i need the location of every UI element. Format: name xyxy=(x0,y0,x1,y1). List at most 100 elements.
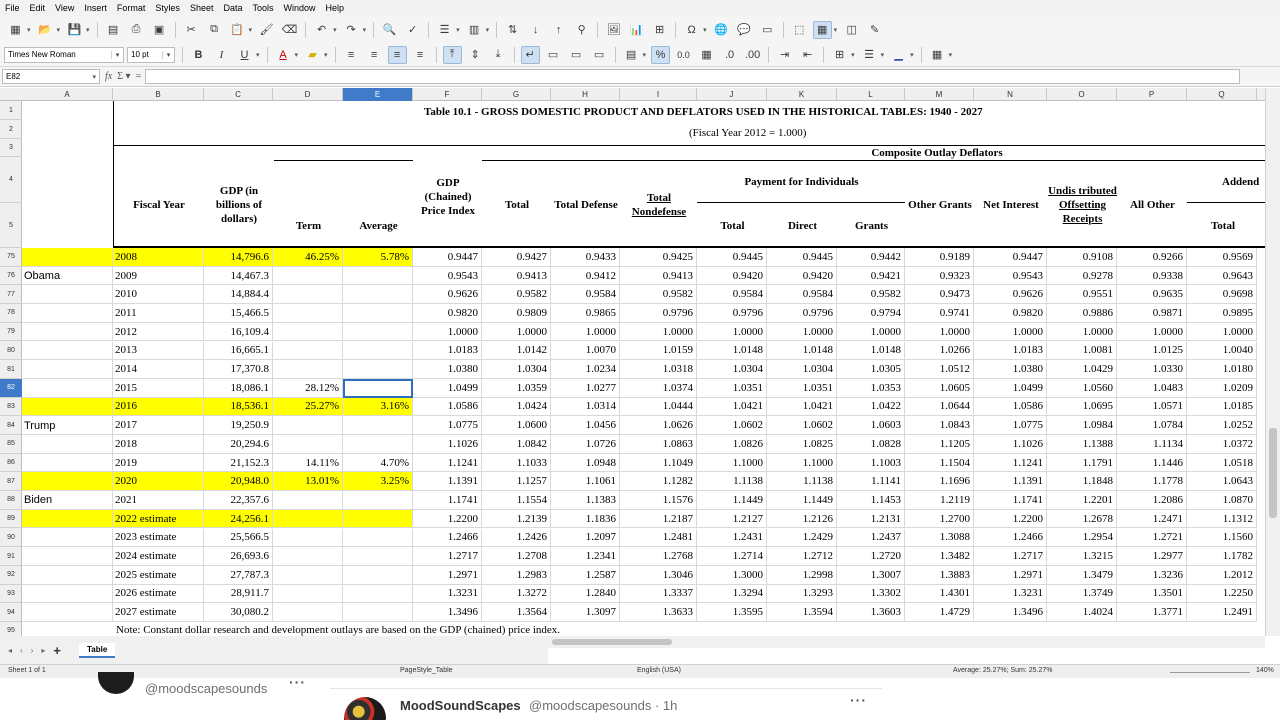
deflator-cell[interactable]: 1.2200 xyxy=(974,509,1047,529)
deflator-cell[interactable]: 1.1782 xyxy=(1187,547,1257,566)
deflator-cell[interactable]: 1.0644 xyxy=(905,397,974,417)
deflator-cell[interactable]: 1.0422 xyxy=(837,397,905,417)
deflator-cell[interactable]: 0.9413 xyxy=(482,266,551,286)
fiscal-year-cell[interactable]: 2013 xyxy=(113,341,204,361)
gdp-cell[interactable]: 14,467.3 xyxy=(204,266,273,286)
avatar[interactable] xyxy=(98,672,134,694)
deflator-cell[interactable]: 1.0000 xyxy=(974,322,1047,342)
deflator-cell[interactable]: 1.0421 xyxy=(697,397,767,417)
borders-dropdown-icon[interactable]: ▾ xyxy=(851,51,855,59)
pivot-table-icon[interactable]: ⊞ xyxy=(650,21,669,39)
column-header-a[interactable]: A xyxy=(22,88,113,101)
conditional-dropdown-icon[interactable]: ▾ xyxy=(949,51,953,59)
border-style-dropdown-icon[interactable]: ▾ xyxy=(881,51,885,59)
deflator-cell[interactable]: 1.2714 xyxy=(697,547,767,566)
highlight-dropdown-icon[interactable]: ▾ xyxy=(324,51,328,59)
fiscal-year-cell[interactable]: 2022 estimate xyxy=(113,509,204,529)
gdp-cell[interactable]: 24,256.1 xyxy=(204,509,273,529)
underline-button[interactable]: U xyxy=(235,46,254,64)
deflator-cell[interactable]: 0.9886 xyxy=(1047,304,1117,323)
menu-item-tools[interactable]: Tools xyxy=(247,3,278,13)
save-dropdown-icon[interactable]: ▾ xyxy=(86,26,90,34)
average-cell[interactable] xyxy=(343,547,413,566)
row-header[interactable]: 85 xyxy=(0,435,22,454)
deflator-cell[interactable]: 1.1138 xyxy=(697,472,767,492)
term-cell[interactable] xyxy=(273,528,343,548)
term-cell[interactable] xyxy=(273,266,343,286)
deflator-cell[interactable]: 0.9895 xyxy=(1187,304,1257,323)
deflator-cell[interactable]: 1.3272 xyxy=(482,584,551,604)
deflator-cell[interactable]: 1.0000 xyxy=(482,322,551,342)
new-document-icon[interactable]: ▦ xyxy=(6,21,25,39)
deflator-cell[interactable]: 1.2341 xyxy=(551,547,620,566)
deflator-cell[interactable]: 1.1383 xyxy=(551,491,620,510)
deflator-cell[interactable]: 1.0602 xyxy=(767,416,837,435)
deflator-cell[interactable]: 0.9820 xyxy=(974,304,1047,323)
column-header-l[interactable]: L xyxy=(837,88,905,101)
row-header[interactable]: 79 xyxy=(0,323,22,342)
align-right-icon[interactable]: ≡ xyxy=(387,45,407,64)
cell[interactable] xyxy=(22,378,113,398)
average-cell[interactable]: 3.16% xyxy=(343,397,413,417)
deflator-cell[interactable]: 1.0000 xyxy=(905,322,974,342)
spelling-icon[interactable]: ✓ xyxy=(403,21,422,39)
first-sheet-icon[interactable]: ◂ xyxy=(8,646,12,655)
date-format-icon[interactable]: ▦ xyxy=(697,46,716,64)
sort-descending-icon[interactable]: ↑ xyxy=(549,21,568,39)
deflator-cell[interactable]: 1.0380 xyxy=(974,360,1047,379)
deflator-cell[interactable]: 0.9643 xyxy=(1187,266,1257,286)
deflator-cell[interactable]: 0.9582 xyxy=(837,285,905,305)
add-sheet-icon[interactable]: + xyxy=(53,643,61,658)
deflator-cell[interactable]: 0.9420 xyxy=(697,266,767,286)
align-left-icon[interactable]: ≡ xyxy=(342,46,361,64)
deflator-cell[interactable]: 1.0560 xyxy=(1047,378,1117,398)
deflator-cell[interactable]: 0.9473 xyxy=(905,285,974,305)
cell[interactable] xyxy=(22,528,113,548)
center-vertically-icon[interactable]: ⇕ xyxy=(466,46,485,64)
deflator-cell[interactable]: 1.2717 xyxy=(974,547,1047,566)
menu-item-data[interactable]: Data xyxy=(218,3,247,13)
deflator-cell[interactable]: 1.0142 xyxy=(482,341,551,361)
formula-icon[interactable]: = xyxy=(136,71,142,82)
column-header-o[interactable]: O xyxy=(1047,88,1117,101)
deflator-cell[interactable]: 1.2717 xyxy=(413,547,482,566)
term-cell[interactable] xyxy=(273,304,343,323)
deflator-cell[interactable]: 1.4024 xyxy=(1047,603,1117,622)
define-print-area-icon[interactable]: ⬚ xyxy=(790,21,809,39)
autofilter-icon[interactable]: ⚲ xyxy=(572,21,591,39)
deflator-cell[interactable]: 1.0159 xyxy=(620,341,697,361)
special-character-icon[interactable]: Ω xyxy=(682,21,701,39)
special-character-dropdown-icon[interactable]: ▾ xyxy=(703,26,707,34)
add-decimal-icon[interactable]: .0 xyxy=(720,46,739,64)
row-header[interactable]: 94 xyxy=(0,603,22,622)
deflator-cell[interactable]: 1.4729 xyxy=(905,603,974,622)
deflator-cell[interactable]: 0.9427 xyxy=(482,248,551,267)
gdp-cell[interactable]: 17,370.8 xyxy=(204,360,273,379)
formula-input[interactable] xyxy=(145,69,1241,84)
menu-item-window[interactable]: Window xyxy=(279,3,321,13)
deflator-cell[interactable]: 1.0351 xyxy=(697,378,767,398)
column-header-q[interactable]: Q xyxy=(1187,88,1257,101)
gdp-cell[interactable]: 14,884.4 xyxy=(204,285,273,305)
term-cell[interactable] xyxy=(273,491,343,510)
deflator-cell[interactable]: 1.1205 xyxy=(905,435,974,454)
deflator-cell[interactable]: 0.9189 xyxy=(905,248,974,267)
fiscal-year-cell[interactable]: 2017 xyxy=(113,416,204,435)
deflator-cell[interactable]: 1.0314 xyxy=(551,397,620,417)
hyperlink-icon[interactable]: 🌐 xyxy=(712,21,731,39)
deflator-cell[interactable]: 1.1000 xyxy=(697,453,767,473)
open-icon[interactable]: 📂 xyxy=(36,21,55,39)
deflator-cell[interactable]: 1.0266 xyxy=(905,341,974,361)
deflator-cell[interactable]: 1.3046 xyxy=(620,565,697,585)
deflator-cell[interactable]: 1.0775 xyxy=(413,416,482,435)
term-cell[interactable]: 14.11% xyxy=(273,453,343,473)
term-cell[interactable] xyxy=(273,565,343,585)
deflator-cell[interactable]: 0.9741 xyxy=(905,304,974,323)
deflator-cell[interactable]: 1.1388 xyxy=(1047,435,1117,454)
deflator-cell[interactable]: 1.1061 xyxy=(551,472,620,492)
deflator-cell[interactable]: 1.3633 xyxy=(620,603,697,622)
row-header[interactable]: 75 xyxy=(0,248,22,267)
cell[interactable] xyxy=(22,584,113,604)
fiscal-year-cell[interactable]: 2027 estimate xyxy=(113,603,204,622)
gdp-cell[interactable]: 20,294.6 xyxy=(204,435,273,454)
